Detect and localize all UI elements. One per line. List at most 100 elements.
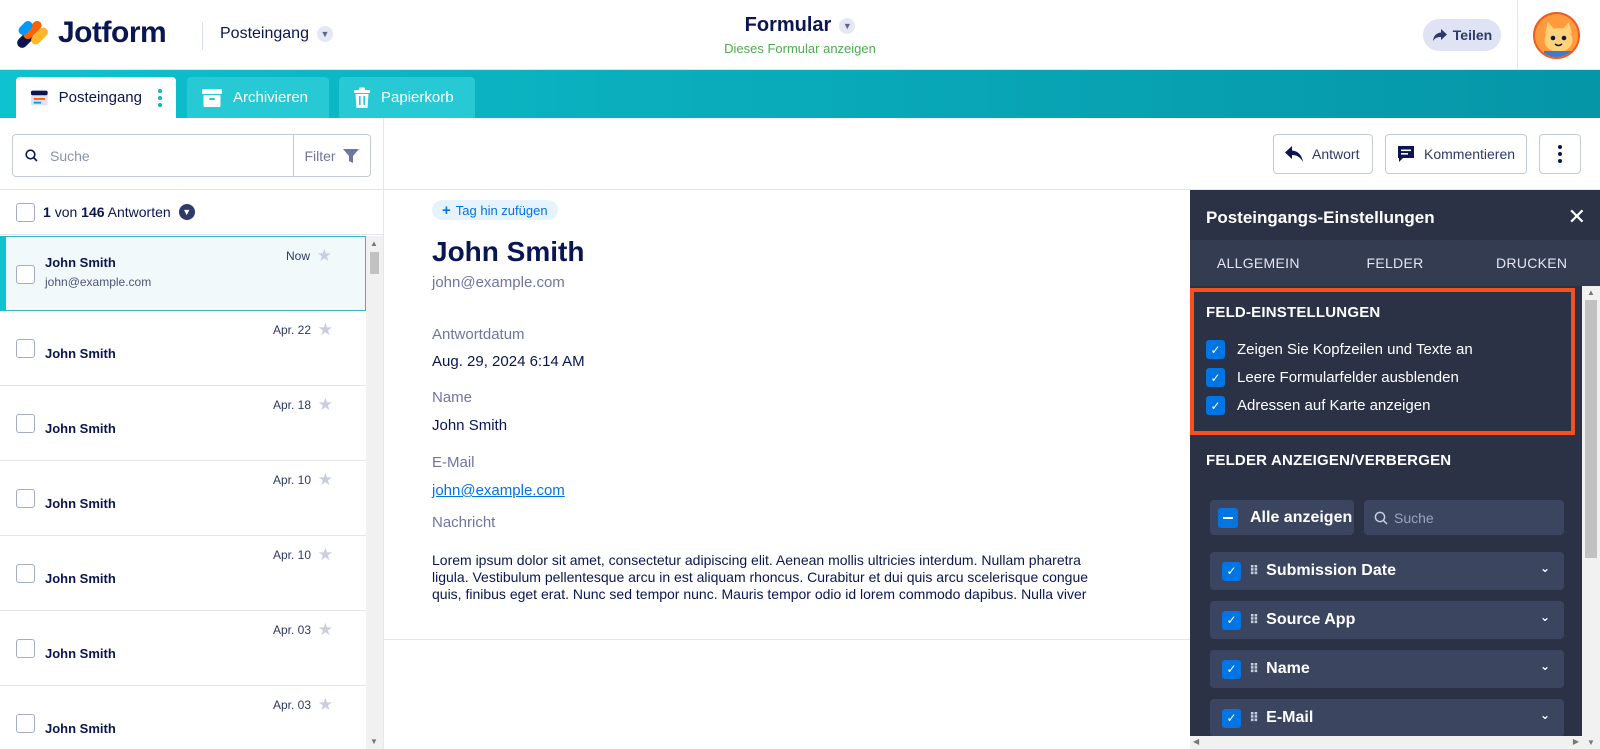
chevron-down-icon[interactable]: ⌄ xyxy=(1540,659,1550,673)
row-checkbox[interactable] xyxy=(16,265,35,284)
submission-date: Now xyxy=(285,249,310,263)
list-item[interactable]: John Smith Apr. 10 ★ xyxy=(0,461,366,536)
star-icon[interactable]: ★ xyxy=(318,545,333,565)
submitter-name: John Smith xyxy=(45,346,116,361)
row-checkbox[interactable] xyxy=(16,639,35,658)
scroll-down-icon[interactable]: ▼ xyxy=(370,737,378,746)
row-checkbox[interactable] xyxy=(16,564,35,583)
tab-trash[interactable]: Papierkorb xyxy=(339,77,475,118)
show-all-toggle[interactable]: Alle anzeigen xyxy=(1210,500,1354,535)
tab-inbox[interactable]: Posteingang xyxy=(16,77,176,118)
star-icon[interactable]: ★ xyxy=(318,620,333,640)
list-scrollbar-thumb[interactable] xyxy=(370,252,379,274)
field-name: Name xyxy=(1266,660,1310,677)
checkbox-checked-icon[interactable]: ✓ xyxy=(1222,561,1241,581)
select-all-checkbox[interactable] xyxy=(16,202,35,222)
search-icon xyxy=(25,149,38,162)
close-icon[interactable]: ✕ xyxy=(1568,204,1586,230)
filter-funnel-icon xyxy=(342,148,359,163)
email-link[interactable]: john@example.com xyxy=(432,482,565,499)
drag-handle-icon[interactable]: ⠿ xyxy=(1249,612,1259,628)
tab-print[interactable]: DRUCKEN xyxy=(1463,240,1600,286)
tab-fields[interactable]: FELDER xyxy=(1327,240,1464,286)
list-scrollbar[interactable]: ▲ ▼ xyxy=(366,236,383,749)
list-item[interactable]: John Smith Apr. 03 ★ xyxy=(0,611,366,686)
row-checkbox[interactable] xyxy=(16,489,35,508)
list-item[interactable]: John Smith john@example.com Now ★ xyxy=(0,236,366,311)
checkbox-checked-icon[interactable]: ✓ xyxy=(1222,708,1241,728)
list-item[interactable]: John Smith Apr. 18 ★ xyxy=(0,386,366,461)
checkbox-checked-icon[interactable]: ✓ xyxy=(1222,659,1241,679)
star-icon[interactable]: ★ xyxy=(318,470,333,490)
checkbox-checked-icon[interactable]: ✓ xyxy=(1206,340,1225,359)
field-row-source-app[interactable]: ✓ ⠿ Source App ⌄ xyxy=(1210,601,1564,639)
more-options-button[interactable] xyxy=(1539,134,1581,174)
message-line: ligula. Vestibulum pellentesque arcu in … xyxy=(432,569,1089,585)
reply-button[interactable]: Antwort xyxy=(1273,134,1373,174)
checkbox-checked-icon[interactable]: ✓ xyxy=(1206,396,1225,415)
search-input[interactable]: Suche xyxy=(25,148,293,164)
drag-handle-icon[interactable]: ⠿ xyxy=(1249,710,1259,726)
jotform-logo-icon xyxy=(15,17,50,50)
setting-label: Zeigen Sie Kopfzeilen und Texte an xyxy=(1237,341,1473,358)
chevron-down-icon[interactable]: ⌄ xyxy=(1540,610,1550,624)
show-all-label: Alle anzeigen xyxy=(1250,508,1353,526)
row-checkbox[interactable] xyxy=(16,414,35,433)
panel-scrollbar-thumb[interactable] xyxy=(1585,300,1597,558)
view-form-link[interactable]: Dieses Formular anzeigen xyxy=(700,41,900,56)
row-checkbox[interactable] xyxy=(16,714,35,733)
scroll-right-icon[interactable]: ▶ xyxy=(1573,737,1579,746)
chevron-down-icon[interactable]: ⌄ xyxy=(1540,708,1550,722)
field-search-input[interactable]: Suche xyxy=(1364,500,1564,535)
setting-show-headers[interactable]: ✓ Zeigen Sie Kopfzeilen und Texte an xyxy=(1206,340,1473,359)
star-icon[interactable]: ★ xyxy=(318,395,333,415)
list-item[interactable]: John Smith Apr. 22 ★ xyxy=(0,311,366,386)
scroll-up-icon[interactable]: ▲ xyxy=(1587,288,1595,297)
star-icon[interactable]: ★ xyxy=(317,246,332,266)
field-row-email[interactable]: ✓ ⠿ E-Mail ⌄ xyxy=(1210,699,1564,736)
count-selected: 1 xyxy=(43,204,51,220)
panel-header: Posteingangs-Einstellungen ✕ xyxy=(1190,190,1600,240)
field-name: Source App xyxy=(1266,611,1356,628)
drag-handle-icon[interactable]: ⠿ xyxy=(1249,563,1259,579)
submitter-name: John Smith xyxy=(45,571,116,586)
submission-detail: + Tag hin zufügen John Smith john@exampl… xyxy=(384,190,1190,640)
checkbox-checked-icon[interactable]: ✓ xyxy=(1222,610,1241,630)
filter-button[interactable]: Filter xyxy=(293,135,370,176)
scroll-left-icon[interactable]: ◀ xyxy=(1193,737,1199,746)
setting-show-map[interactable]: ✓ Adressen auf Karte anzeigen xyxy=(1206,396,1430,415)
checkbox-checked-icon[interactable]: ✓ xyxy=(1206,368,1225,387)
submission-list: John Smith john@example.com Now ★ John S… xyxy=(0,236,366,749)
user-avatar[interactable] xyxy=(1533,12,1580,59)
submission-search[interactable]: Suche Filter xyxy=(12,134,371,177)
form-title[interactable]: Formular ▼ xyxy=(745,14,856,37)
chevron-down-icon[interactable]: ⌄ xyxy=(1540,561,1550,575)
search-icon xyxy=(1374,511,1388,525)
list-item[interactable]: John Smith Apr. 03 ★ xyxy=(0,686,366,749)
row-checkbox[interactable] xyxy=(16,339,35,358)
drag-handle-icon[interactable]: ⠿ xyxy=(1249,661,1259,677)
jotform-logo[interactable]: Jotform xyxy=(15,16,167,50)
field-search-placeholder: Suche xyxy=(1394,509,1434,526)
list-item[interactable]: John Smith Apr. 10 ★ xyxy=(0,536,366,611)
tab-general[interactable]: ALLGEMEIN xyxy=(1190,240,1327,286)
scroll-down-icon[interactable]: ▼ xyxy=(1587,738,1595,747)
comment-button[interactable]: Kommentieren xyxy=(1385,134,1527,174)
add-tag-button[interactable]: + Tag hin zufügen xyxy=(432,200,558,220)
field-row-submission-date[interactable]: ✓ ⠿ Submission Date ⌄ xyxy=(1210,552,1564,590)
tab-archive[interactable]: Archivieren xyxy=(187,77,329,118)
form-title-block[interactable]: Formular ▼ Dieses Formular anzeigen xyxy=(700,14,900,56)
scroll-up-icon[interactable]: ▲ xyxy=(370,239,378,248)
field-value: John Smith xyxy=(432,417,508,434)
setting-hide-empty-fields[interactable]: ✓ Leere Formularfelder ausblenden xyxy=(1206,368,1459,387)
reply-label: Antwort xyxy=(1312,146,1360,162)
star-icon[interactable]: ★ xyxy=(318,320,333,340)
chevron-down-icon[interactable]: ▼ xyxy=(178,204,195,220)
star-icon[interactable]: ★ xyxy=(318,695,333,715)
field-row-name[interactable]: ✓ ⠿ Name ⌄ xyxy=(1210,650,1564,688)
panel-horizontal-scrollbar[interactable]: ◀ ▶ xyxy=(1190,736,1582,749)
tab-options-icon[interactable] xyxy=(158,88,162,107)
share-button[interactable]: Teilen xyxy=(1423,19,1501,51)
inbox-dropdown[interactable]: Posteingang ▼ xyxy=(220,25,333,43)
panel-scrollbar[interactable]: ▲ ▼ xyxy=(1582,286,1600,749)
